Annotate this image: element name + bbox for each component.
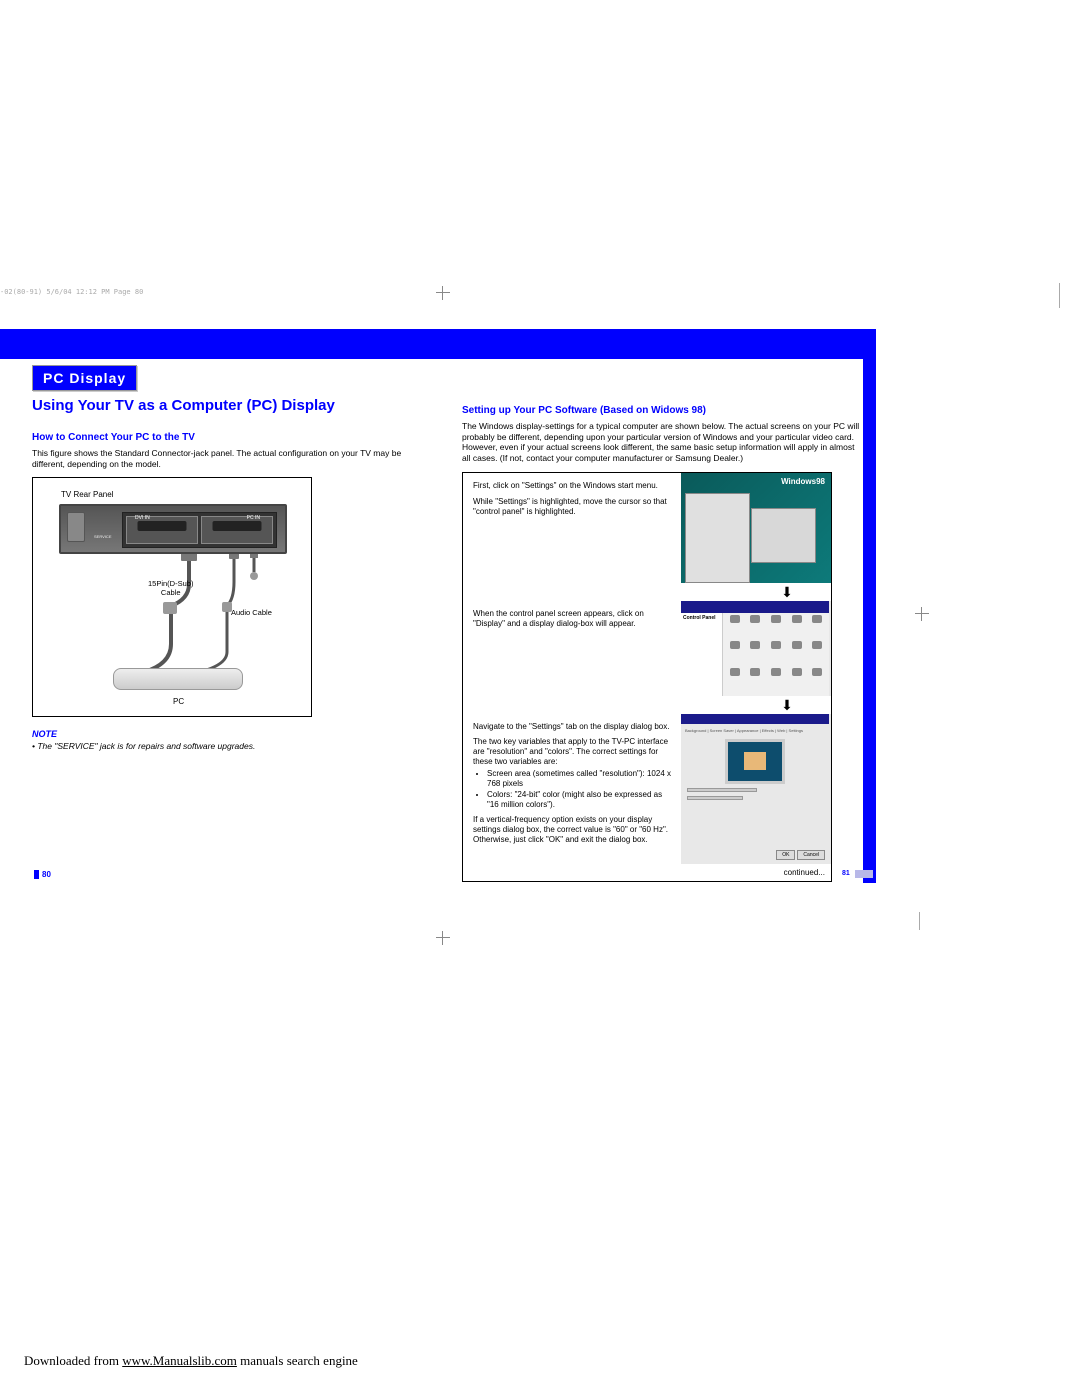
step-3-row: Navigate to the "Settings" tab on the di… xyxy=(463,714,831,864)
cp-icon xyxy=(746,641,766,657)
audio-cable-label: Audio Cable xyxy=(231,608,272,617)
section-badge: PC Display xyxy=(32,365,137,391)
page-number-left: 80 xyxy=(34,870,51,879)
cp-icon xyxy=(787,615,807,631)
footer-attribution: Downloaded from www.Manualslib.com manua… xyxy=(24,1353,358,1369)
dvi-label: DVI IN xyxy=(135,515,150,521)
windows-logo: Windows98 xyxy=(781,477,825,486)
setup-heading: Setting up Your PC Software (Based on Wi… xyxy=(462,405,862,416)
crop-mark-icon xyxy=(435,285,451,301)
connection-diagram: TV Rear Panel SERVICE DVI IN PC IN xyxy=(32,477,312,717)
cp-icon xyxy=(766,668,786,684)
tv-ports: DVI IN PC IN xyxy=(122,512,277,548)
dp-tabs: Background | Screen Saver | Appearance |… xyxy=(685,728,825,733)
connect-body: This figure shows the Standard Connector… xyxy=(32,448,432,469)
resolution-slider xyxy=(687,788,757,792)
crop-line-icon xyxy=(919,912,920,930)
cp-icon xyxy=(787,668,807,684)
color-slider xyxy=(687,796,743,800)
cp-icon xyxy=(807,668,827,684)
step-2-row: When the control panel screen appears, c… xyxy=(463,601,831,696)
cp-icon xyxy=(746,615,766,631)
control-panel-window: Control Panel xyxy=(681,601,829,696)
start-submenu-graphic xyxy=(751,508,816,563)
crop-mark-icon xyxy=(914,606,930,622)
pc-port-icon: PC IN xyxy=(201,516,273,544)
colors-bullet: Colors: "24-bit" color (might also be ex… xyxy=(487,790,671,810)
control-panel-screenshot: Control Panel xyxy=(681,601,831,696)
service-jack-icon xyxy=(67,512,85,542)
step-2-text: When the control panel screen appears, c… xyxy=(463,601,681,696)
arrow-down-icon: ⬇ xyxy=(743,698,831,712)
left-column: PC Display Using Your TV as a Computer (… xyxy=(32,365,432,882)
setup-intro: The Windows display-settings for a typic… xyxy=(462,421,862,464)
cp-icon xyxy=(766,615,786,631)
cp-icon xyxy=(807,615,827,631)
crop-line-icon xyxy=(1059,283,1060,308)
dsub-cable-label: 15Pin(D-Sub) Cable xyxy=(148,580,193,597)
dvi-port-icon: DVI IN xyxy=(126,516,198,544)
monitor-preview-icon xyxy=(725,739,785,784)
cancel-button: Cancel xyxy=(797,850,825,860)
note-text: • The "SERVICE" jack is for repairs and … xyxy=(32,741,432,751)
start-menu-screenshot: Windows98 xyxy=(681,473,831,583)
steps-box: First, click on "Settings" on the Window… xyxy=(462,472,832,882)
display-properties-screenshot: Background | Screen Saver | Appearance |… xyxy=(681,714,831,864)
cp-icon xyxy=(725,641,745,657)
pc-label: PC IN xyxy=(247,515,260,521)
cp-icon xyxy=(746,668,766,684)
manualslib-link[interactable]: www.Manualslib.com xyxy=(122,1353,237,1368)
cp-icon xyxy=(725,615,745,631)
page-title: Using Your TV as a Computer (PC) Display xyxy=(32,397,432,414)
step-1-text: First, click on "Settings" on the Window… xyxy=(463,473,681,583)
step-1-row: First, click on "Settings" on the Window… xyxy=(463,473,831,583)
tv-rear-panel-label: TV Rear Panel xyxy=(61,490,113,499)
connect-heading: How to Connect Your PC to the TV xyxy=(32,432,432,443)
step-3-text: Navigate to the "Settings" tab on the di… xyxy=(463,714,681,864)
page-number-bar xyxy=(855,870,873,878)
cp-icon xyxy=(787,641,807,657)
display-properties-window: Background | Screen Saver | Appearance |… xyxy=(681,714,829,864)
crop-mark-icon xyxy=(435,930,451,946)
arrow-down-icon: ⬇ xyxy=(743,585,831,599)
resolution-bullet: Screen area (sometimes called "resolutio… xyxy=(487,769,671,789)
right-column: Setting up Your PC Software (Based on Wi… xyxy=(462,365,862,882)
cp-sidebar-label: Control Panel xyxy=(681,613,723,696)
continued-label: continued... xyxy=(463,864,831,881)
start-menu-graphic xyxy=(685,493,750,583)
service-jack-label: SERVICE xyxy=(94,534,112,539)
tv-panel-graphic: SERVICE DVI IN PC IN xyxy=(59,504,287,554)
cp-icon xyxy=(807,641,827,657)
ok-button: OK xyxy=(776,850,795,860)
cp-icon xyxy=(766,641,786,657)
note-heading: NOTE xyxy=(32,729,432,739)
print-header: -02(80-91) 5/6/04 12:12 PM Page 80 xyxy=(0,288,143,296)
page-number-right: 81 xyxy=(842,870,850,877)
cp-icons-grid xyxy=(723,613,829,696)
pc-label: PC xyxy=(173,697,184,706)
pc-graphic xyxy=(113,668,243,690)
page-content: PC Display Using Your TV as a Computer (… xyxy=(32,365,862,882)
cp-icon xyxy=(725,668,745,684)
